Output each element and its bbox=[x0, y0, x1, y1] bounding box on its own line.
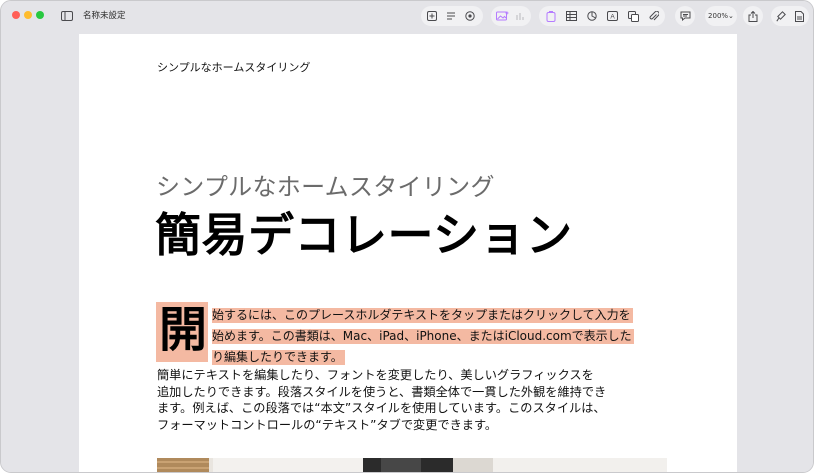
table-icon[interactable] bbox=[564, 6, 578, 26]
chart-icon[interactable] bbox=[513, 6, 527, 26]
running-header[interactable]: シンプルなホームスタイリング bbox=[157, 59, 310, 75]
minimize-window-button[interactable] bbox=[24, 11, 32, 19]
zoom-menu[interactable]: 200%⌄ bbox=[705, 6, 737, 26]
drop-cap[interactable]: 開 bbox=[159, 300, 207, 360]
placeholder-line[interactable]: り編集したりできます。 bbox=[212, 350, 345, 365]
text-box-icon[interactable] bbox=[444, 6, 458, 26]
body-line[interactable]: ます。例えば、この段落では“本文”スタイルを使用しています。このスタイルは、 bbox=[157, 400, 606, 417]
close-window-button[interactable] bbox=[12, 11, 20, 19]
body-line[interactable]: 簡単にテキストを編集したり、フォントを変更したり、美しいグラフィックスを bbox=[157, 367, 606, 384]
share-icon[interactable] bbox=[746, 6, 760, 26]
attachment-icon[interactable] bbox=[647, 6, 661, 26]
shape-icon[interactable] bbox=[626, 6, 640, 26]
photo-placeholder[interactable] bbox=[157, 458, 667, 473]
text-icon[interactable]: A bbox=[605, 6, 619, 26]
body-paragraph[interactable]: 簡単にテキストを編集したり、フォントを変更したり、美しいグラフィックスを 追加し… bbox=[157, 367, 606, 433]
document-page[interactable]: シンプルなホームスタイリング シンプルなホームスタイリング 簡易デコレーション … bbox=[79, 34, 737, 473]
document-title: 名称未設定 bbox=[83, 11, 126, 21]
chart-pie-icon[interactable] bbox=[585, 6, 599, 26]
document-title-heading[interactable]: 簡易デコレーション bbox=[155, 199, 573, 265]
add-page-icon[interactable] bbox=[425, 6, 439, 26]
svg-text:A: A bbox=[610, 14, 615, 21]
pages-window: 名称未設定 A 200%⌄ シンプルなホームスタイリング シンプルなホームスタイ… bbox=[0, 0, 814, 473]
toolbar: 名称未設定 A 200%⌄ bbox=[1, 1, 813, 31]
collaborate-icon[interactable] bbox=[463, 6, 477, 26]
document-canvas[interactable]: シンプルなホームスタイリング シンプルなホームスタイリング 簡易デコレーション … bbox=[1, 31, 813, 472]
format-icon[interactable] bbox=[774, 6, 788, 26]
body-line[interactable]: 追加したりできます。段落スタイルを使うと、書類全体で一貫した外観を維持でき bbox=[157, 384, 606, 401]
placeholder-line[interactable]: 始めます。この書類は、Mac、iPad、iPhone、またはiCloud.com… bbox=[212, 329, 634, 344]
zoom-window-button[interactable] bbox=[36, 11, 44, 19]
comment-icon[interactable] bbox=[678, 6, 692, 26]
placeholder-line[interactable]: 始するには、このプレースホルダテキストをタップまたはクリックして入力を bbox=[212, 308, 633, 323]
document-icon[interactable] bbox=[792, 6, 806, 26]
placeholder-paragraph[interactable]: 始するには、このプレースホルダテキストをタップまたはクリックして入力を 始めます… bbox=[212, 304, 634, 367]
document-subtitle[interactable]: シンプルなホームスタイリング bbox=[156, 167, 495, 202]
sidebar-icon[interactable] bbox=[58, 6, 76, 26]
image-insert-icon[interactable] bbox=[494, 6, 510, 26]
page-icon[interactable] bbox=[544, 6, 558, 26]
body-line[interactable]: フォーマットコントロールの“テキスト”タブで変更できます。 bbox=[157, 417, 606, 434]
